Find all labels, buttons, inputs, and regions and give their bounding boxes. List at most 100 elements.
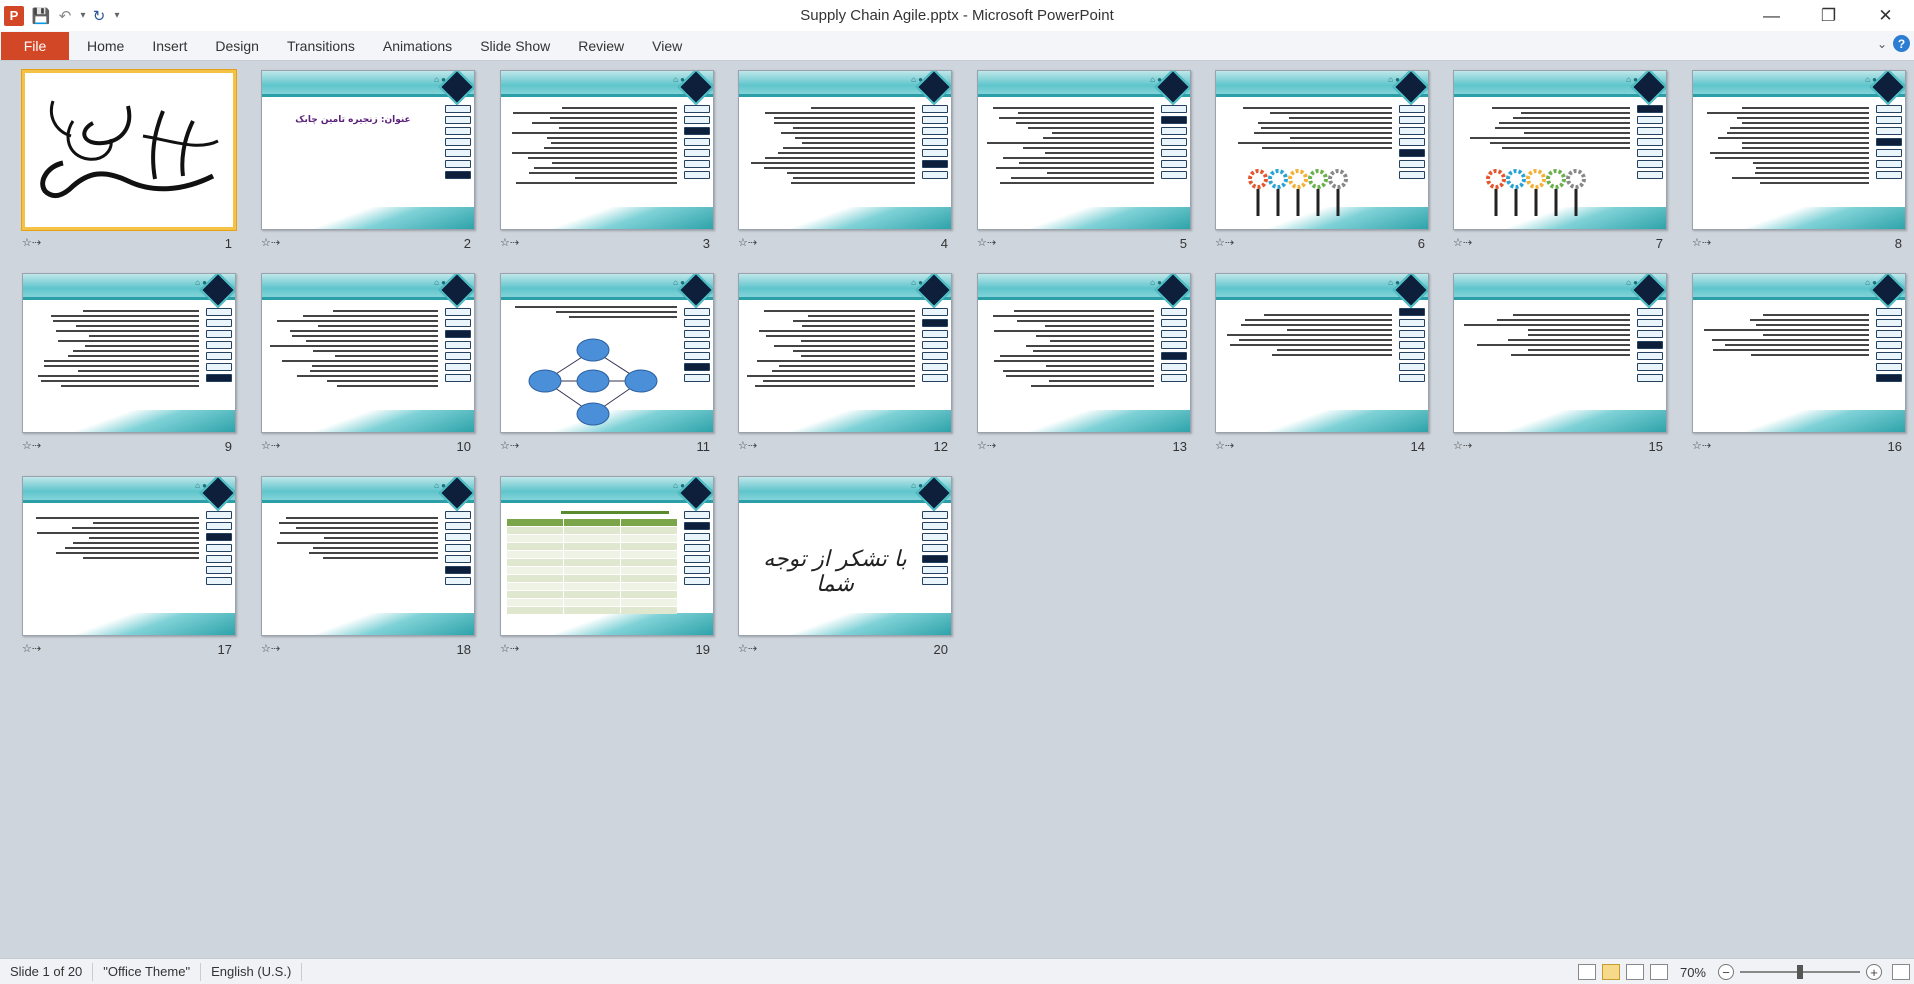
slide-side-menu bbox=[1161, 105, 1187, 179]
save-icon[interactable]: 💾 bbox=[30, 5, 52, 27]
slide-transition-icon[interactable]: ☆⇢ bbox=[1453, 236, 1472, 249]
text-line bbox=[312, 547, 438, 549]
zoom-out-button[interactable]: − bbox=[1718, 964, 1734, 980]
text-line bbox=[1272, 354, 1392, 356]
reading-view-button[interactable] bbox=[1625, 964, 1644, 980]
slide-side-menu-item bbox=[922, 544, 948, 552]
text-line bbox=[1464, 324, 1630, 326]
slide-title: عنوان: زنجیره تامین چابک bbox=[295, 115, 411, 125]
slide-preview[interactable] bbox=[22, 70, 236, 230]
slide-transition-icon[interactable]: ☆⇢ bbox=[261, 642, 280, 655]
slide-sorter[interactable]: ☆⇢ 1 ⌂ ● عنوان: زنجیره تامین چابک ☆⇢ 2 ⌂ ● ☆⇢ 3 ⌂… bbox=[0, 62, 1914, 958]
slide-preview[interactable]: ⌂ ● bbox=[22, 476, 236, 636]
file-tab[interactable]: File bbox=[1, 32, 69, 60]
slide-preview[interactable]: ⌂ ● bbox=[500, 476, 714, 636]
slide-preview[interactable]: ⌂ ● bbox=[22, 273, 236, 433]
slide-transition-icon[interactable]: ☆⇢ bbox=[500, 642, 519, 655]
theme-name[interactable]: "Office Theme" bbox=[93, 962, 202, 981]
slide-transition-icon[interactable]: ☆⇢ bbox=[738, 642, 757, 655]
fit-to-window-button[interactable] bbox=[1892, 964, 1910, 980]
text-line bbox=[313, 350, 438, 352]
slide-transition-icon[interactable]: ☆⇢ bbox=[22, 642, 41, 655]
text-line bbox=[85, 345, 199, 347]
slide-side-menu-item bbox=[1637, 138, 1663, 146]
slide-preview[interactable]: ⌂ ● bbox=[261, 273, 475, 433]
undo-dropdown-icon[interactable]: ▾ bbox=[78, 5, 88, 27]
close-button[interactable]: ✕ bbox=[1857, 0, 1914, 31]
slide-preview[interactable]: ⌂ ● bbox=[1453, 273, 1667, 433]
slide-number: 8 bbox=[1894, 236, 1902, 251]
slide-preview[interactable]: ⌂ ● bbox=[738, 70, 952, 230]
slide-transition-icon[interactable]: ☆⇢ bbox=[738, 236, 757, 249]
slide-side-menu bbox=[445, 308, 471, 382]
powerpoint-logo-icon[interactable]: P bbox=[4, 5, 24, 26]
slide-preview[interactable]: ⌂ ● bbox=[977, 273, 1191, 433]
tab-insert[interactable]: Insert bbox=[138, 32, 201, 60]
slide-transition-icon[interactable]: ☆⇢ bbox=[977, 439, 996, 452]
slide-preview[interactable]: ⌂ ● bbox=[500, 70, 714, 230]
slide-transition-icon[interactable]: ☆⇢ bbox=[1453, 439, 1472, 452]
slide-transition-icon[interactable]: ☆⇢ bbox=[261, 236, 280, 249]
text-line bbox=[801, 340, 915, 342]
text-line bbox=[1731, 177, 1869, 179]
slide-preview[interactable]: ⌂ ● bbox=[1453, 70, 1667, 230]
help-icon[interactable]: ? bbox=[1893, 35, 1910, 52]
normal-view-button[interactable] bbox=[1577, 964, 1596, 980]
tab-design[interactable]: Design bbox=[201, 32, 273, 60]
tab-slide-show[interactable]: Slide Show bbox=[466, 32, 564, 60]
slide-preview[interactable]: ⌂ ● عنوان: زنجیره تامین چابک bbox=[261, 70, 475, 230]
slide-preview[interactable]: ⌂ ● bbox=[1692, 70, 1906, 230]
slide-transition-icon[interactable]: ☆⇢ bbox=[1215, 236, 1234, 249]
slide-transition-icon[interactable]: ☆⇢ bbox=[22, 439, 41, 452]
redo-icon[interactable]: ↻ bbox=[88, 5, 110, 27]
restore-button[interactable]: ❐ bbox=[1800, 0, 1857, 31]
tab-animations[interactable]: Animations bbox=[369, 32, 466, 60]
tab-transitions[interactable]: Transitions bbox=[273, 32, 369, 60]
slide-transition-icon[interactable]: ☆⇢ bbox=[22, 236, 41, 249]
text-line bbox=[543, 147, 677, 149]
undo-icon[interactable]: ↶ bbox=[54, 5, 76, 27]
slide-transition-icon[interactable]: ☆⇢ bbox=[500, 236, 519, 249]
slide-sorter-view-button[interactable] bbox=[1601, 964, 1620, 980]
minimize-button[interactable]: — bbox=[1743, 0, 1800, 31]
slide-side-menu bbox=[922, 308, 948, 382]
text-line bbox=[1030, 385, 1154, 387]
tab-review[interactable]: Review bbox=[564, 32, 638, 60]
slide-footer-band bbox=[1216, 410, 1428, 432]
minimize-ribbon-icon[interactable]: ⌄ bbox=[1877, 37, 1887, 51]
slide-transition-icon[interactable]: ☆⇢ bbox=[738, 439, 757, 452]
zoom-slider[interactable] bbox=[1740, 965, 1860, 979]
customize-qat-icon[interactable]: ▾ bbox=[112, 5, 122, 27]
slide-preview[interactable]: ⌂ ● bbox=[1215, 70, 1429, 230]
slide-side-menu bbox=[206, 511, 232, 585]
language-indicator[interactable]: English (U.S.) bbox=[201, 962, 303, 981]
tab-home[interactable]: Home bbox=[69, 32, 138, 60]
slide-preview[interactable]: ⌂ ● bbox=[977, 70, 1191, 230]
slide-preview[interactable]: ⌂ ● bbox=[261, 476, 475, 636]
tab-view[interactable]: View bbox=[638, 32, 696, 60]
slide-show-view-button[interactable] bbox=[1649, 964, 1668, 980]
slide-preview[interactable]: ⌂ ● bbox=[1215, 273, 1429, 433]
slide-transition-icon[interactable]: ☆⇢ bbox=[977, 236, 996, 249]
text-line bbox=[751, 162, 915, 164]
zoom-slider-thumb[interactable] bbox=[1797, 965, 1803, 979]
table-cell bbox=[564, 583, 620, 590]
slide-preview[interactable]: ⌂ ● با تشکر از توجه شما bbox=[738, 476, 952, 636]
slide-preview[interactable]: ⌂ ● bbox=[1692, 273, 1906, 433]
text-line bbox=[1760, 182, 1869, 184]
text-line bbox=[1762, 314, 1869, 316]
zoom-level[interactable]: 70% bbox=[1680, 965, 1706, 980]
table-cell bbox=[621, 567, 677, 574]
slide-transition-icon[interactable]: ☆⇢ bbox=[1215, 439, 1234, 452]
slide-preview[interactable]: ⌂ ● bbox=[738, 273, 952, 433]
slide-transition-icon[interactable]: ☆⇢ bbox=[1692, 236, 1711, 249]
table-cell bbox=[564, 607, 620, 614]
slide-transition-icon[interactable]: ☆⇢ bbox=[500, 439, 519, 452]
text-line bbox=[1512, 117, 1630, 119]
slide-preview[interactable]: ⌂ ● bbox=[500, 273, 714, 433]
text-line bbox=[303, 315, 438, 317]
slide-transition-icon[interactable]: ☆⇢ bbox=[261, 439, 280, 452]
slide-transition-icon[interactable]: ☆⇢ bbox=[1692, 439, 1711, 452]
zoom-in-button[interactable]: + bbox=[1866, 964, 1882, 980]
text-line bbox=[1763, 334, 1869, 336]
